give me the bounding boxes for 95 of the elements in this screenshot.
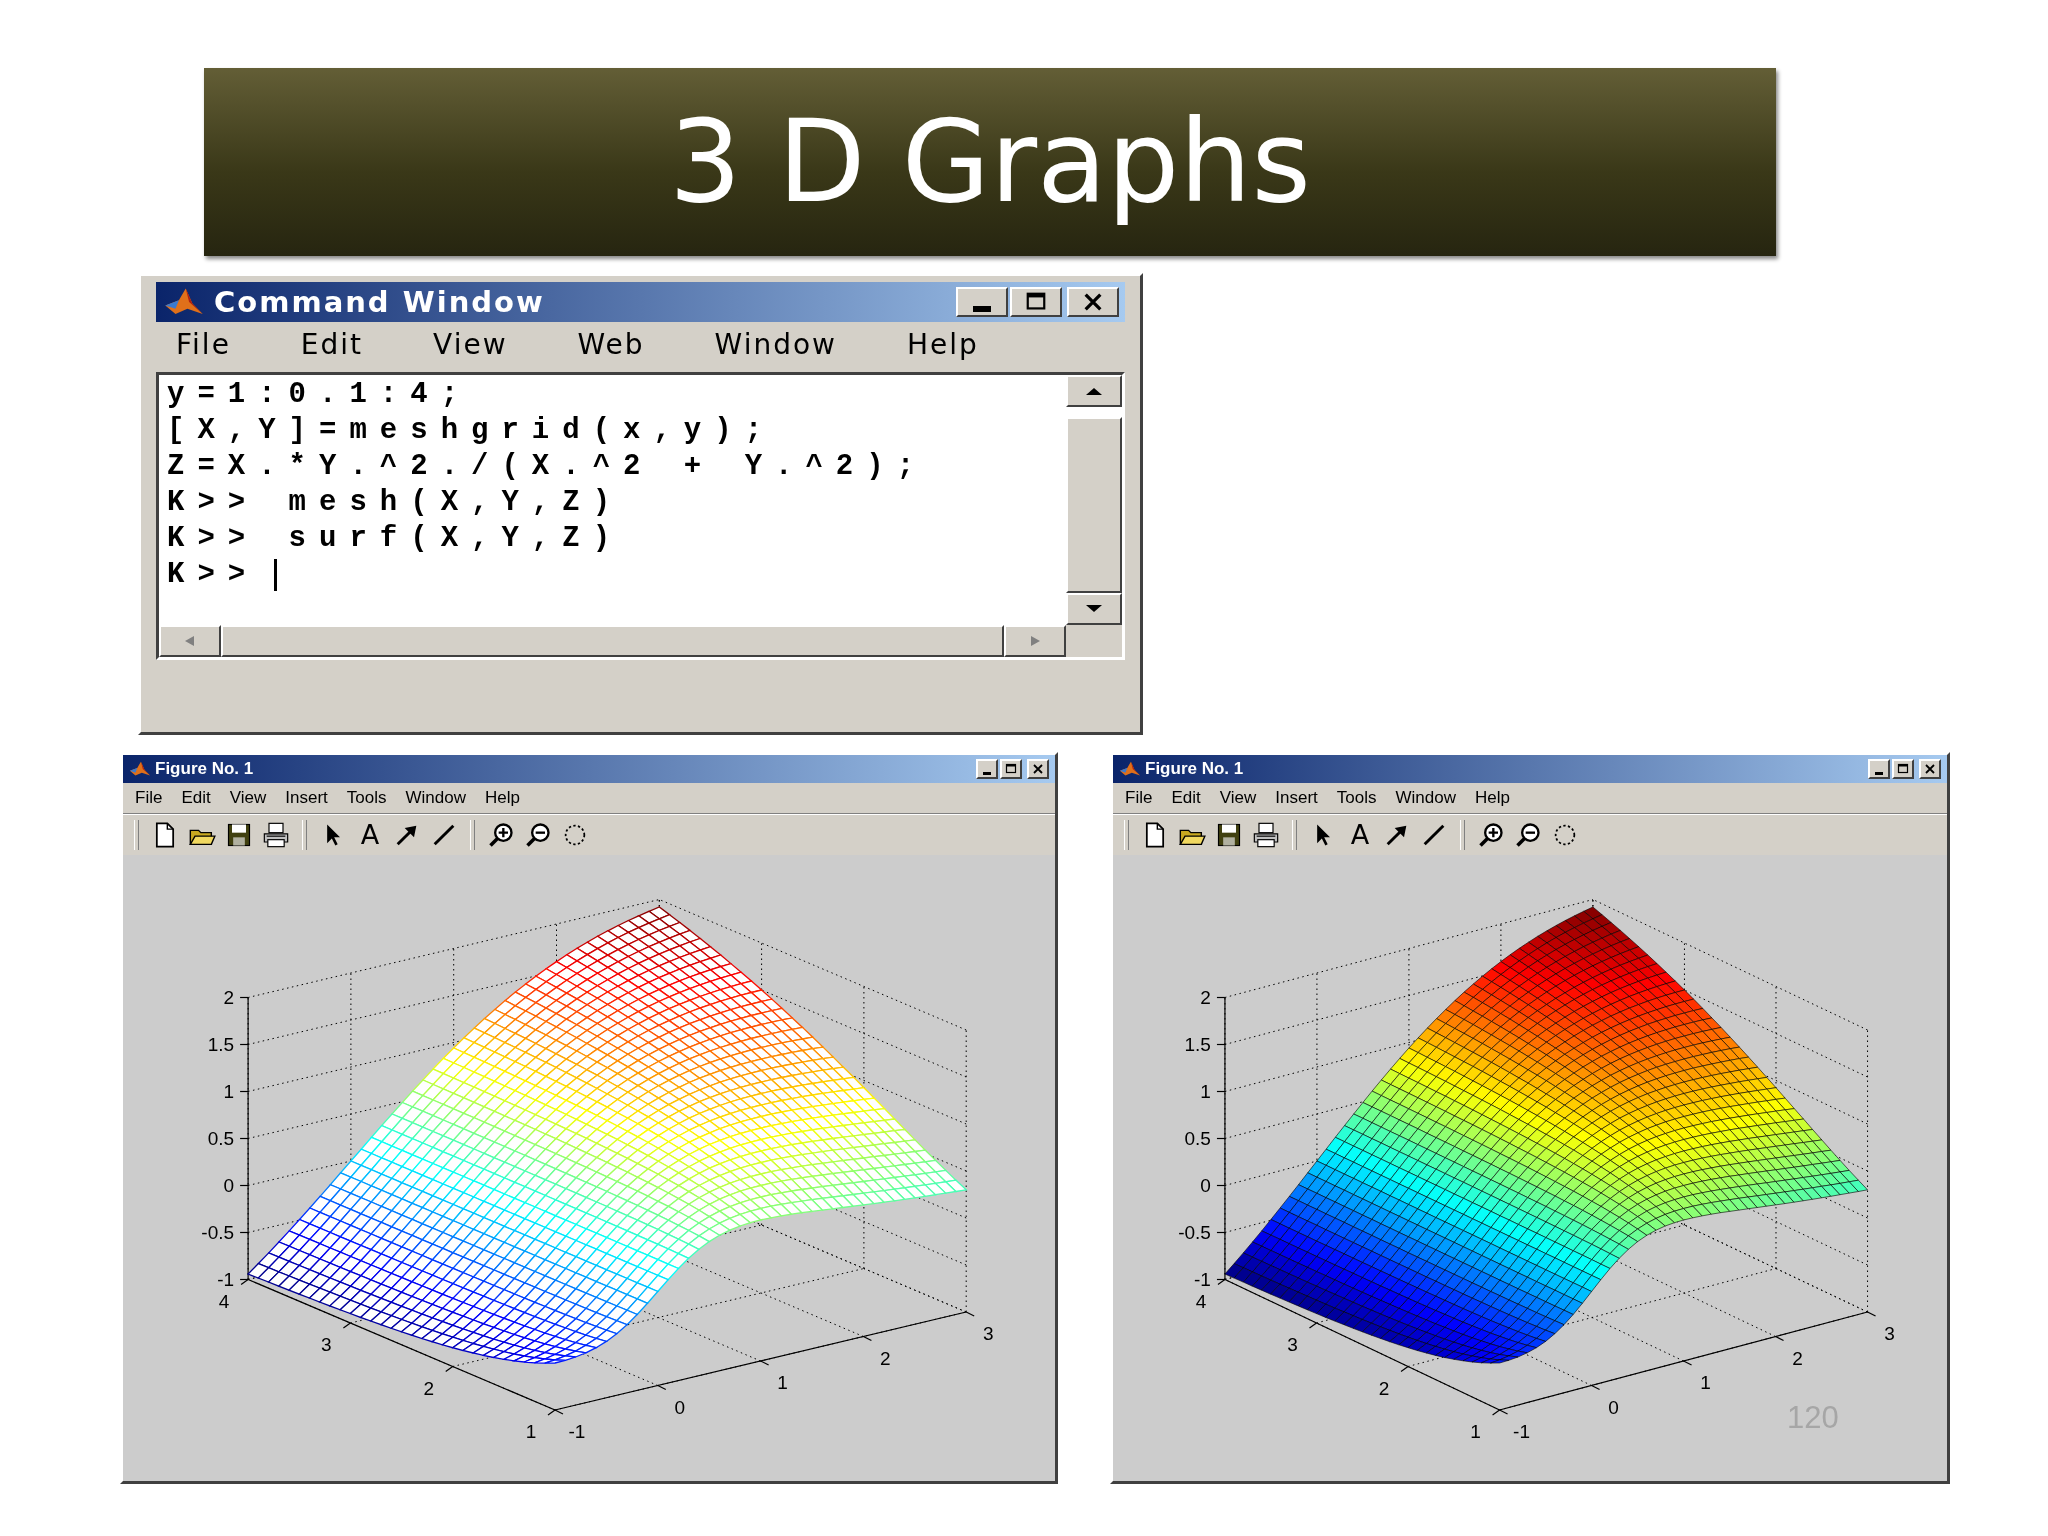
text-tool[interactable]: A	[356, 819, 384, 850]
menu-item[interactable]: File	[1125, 788, 1153, 808]
vertical-scrollbar[interactable]	[1066, 375, 1122, 625]
tick-label: 1.5	[1184, 1033, 1211, 1055]
menu-item[interactable]: Insert	[1275, 788, 1318, 808]
scroll-right-button[interactable]	[1004, 625, 1066, 657]
tick-label: 1	[525, 1421, 537, 1442]
code-line: K>>	[167, 557, 259, 593]
close-icon	[1924, 763, 1936, 775]
maximize-icon	[1024, 291, 1048, 313]
tick-label: -1	[1194, 1268, 1211, 1290]
menu-item[interactable]: Edit	[1171, 788, 1201, 808]
zoom-out-icon[interactable]	[1514, 820, 1542, 849]
tick-label: 1	[1200, 1080, 1211, 1102]
tick-label: 2	[223, 986, 235, 1008]
menu-item[interactable]: View	[229, 788, 267, 808]
maximize-icon	[1005, 763, 1017, 775]
menu-item[interactable]: Window	[405, 788, 466, 808]
code-line: [X,Y]=meshgrid(x,y);	[167, 413, 776, 449]
tick-label: 2	[880, 1347, 891, 1369]
scrollbar-thumb[interactable]	[1066, 417, 1122, 593]
zoom-in-icon[interactable]	[1477, 820, 1505, 849]
tick-label: 4	[1195, 1290, 1207, 1312]
menu-item[interactable]: Insert	[285, 788, 328, 808]
tick-label: 0.5	[207, 1127, 235, 1149]
code-line: y=1:0.1:4;	[167, 377, 472, 413]
tick-label: -0.5	[201, 1221, 235, 1243]
window-title: Command Window	[214, 285, 546, 319]
menu-item[interactable]: Window	[714, 326, 837, 364]
tick-label: -1	[568, 1421, 586, 1442]
tick-label: -1	[1513, 1421, 1531, 1442]
tick-label: 2	[1200, 986, 1211, 1008]
tick-label: 1	[777, 1372, 788, 1393]
tick-label: 1	[1700, 1372, 1711, 1393]
tick-label: -0.5	[1178, 1221, 1211, 1243]
tick-label: 0	[674, 1396, 686, 1418]
console-area[interactable]: y=1:0.1:4; [X,Y]=meshgrid(x,y); Z=X.*Y.^2./(X.^2 + Y.^2); K>> mesh(X,Y,Z) K>> surf(X,Y,Z) K>>	[159, 375, 1066, 625]
menu-item[interactable]: Web	[577, 326, 645, 364]
text-cursor	[274, 559, 278, 591]
tick-label: 1	[1470, 1421, 1481, 1442]
tick-label: 0.5	[1184, 1127, 1211, 1149]
menu-item[interactable]: Tools	[346, 788, 387, 808]
tick-label: 0	[1200, 1174, 1211, 1196]
scroll-down-button[interactable]	[1066, 593, 1122, 625]
menu-item[interactable]: View	[433, 326, 508, 364]
tick-label: 3	[1287, 1334, 1298, 1355]
text-tool[interactable]: A	[1346, 819, 1374, 850]
minimize-button[interactable]	[956, 287, 1008, 317]
close-icon	[1032, 763, 1044, 775]
slide-title: 3 D Graphs	[669, 93, 1311, 230]
zoom-out-icon[interactable]	[524, 820, 552, 849]
code-line: K>> mesh(X,Y,Z)	[167, 485, 624, 521]
menu-item[interactable]: File	[176, 326, 231, 364]
print-icon[interactable]	[262, 820, 290, 849]
scroll-left-button[interactable]	[159, 625, 221, 657]
menu-item[interactable]: Edit	[181, 788, 211, 808]
tick-label: 2	[1792, 1347, 1803, 1369]
maximize-button[interactable]	[1892, 759, 1914, 779]
tick-label: 3	[982, 1323, 994, 1344]
code-line: K>> surf(X,Y,Z)	[167, 521, 624, 557]
close-button[interactable]	[1027, 759, 1049, 779]
minimize-icon	[983, 771, 991, 775]
tick-label: 0	[223, 1174, 235, 1196]
menu-item[interactable]: View	[1219, 788, 1257, 808]
menu-item[interactable]: File	[135, 788, 163, 808]
menu-item[interactable]: Tools	[1336, 788, 1377, 808]
maximize-icon	[1897, 763, 1909, 775]
tick-label: 3	[1884, 1323, 1895, 1344]
tick-label: -1	[217, 1268, 235, 1290]
menu-item[interactable]: Help	[484, 788, 520, 808]
maximize-button[interactable]	[1010, 287, 1062, 317]
maximize-button[interactable]	[1000, 759, 1022, 779]
tick-label: 2	[1378, 1377, 1390, 1399]
menu-item[interactable]: Help	[907, 326, 979, 364]
menu-item[interactable]: Window	[1395, 788, 1456, 808]
code-line: Z=X.*Y.^2./(X.^2 + Y.^2);	[167, 449, 928, 485]
tick-label: 0	[1608, 1396, 1619, 1418]
minimize-button[interactable]	[976, 759, 998, 779]
menu-item[interactable]: Help	[1474, 788, 1510, 808]
minimize-button[interactable]	[1868, 759, 1890, 779]
tick-label: 3	[321, 1334, 332, 1355]
tick-label: 1	[223, 1080, 235, 1102]
window-title: Figure No. 1	[155, 759, 255, 779]
tick-label: 4	[218, 1290, 230, 1312]
scroll-up-button[interactable]	[1066, 375, 1122, 407]
menu-item[interactable]: Edit	[300, 326, 364, 364]
minimize-icon	[1875, 771, 1883, 775]
tick-label: 1.5	[207, 1033, 235, 1055]
close-button[interactable]	[1067, 287, 1119, 317]
close-button[interactable]	[1919, 759, 1941, 779]
tick-label: 2	[423, 1377, 434, 1399]
zoom-in-icon[interactable]	[487, 820, 515, 849]
print-icon[interactable]	[1252, 820, 1280, 849]
minimize-icon	[973, 306, 991, 312]
window-title: Figure No. 1	[1145, 759, 1245, 779]
